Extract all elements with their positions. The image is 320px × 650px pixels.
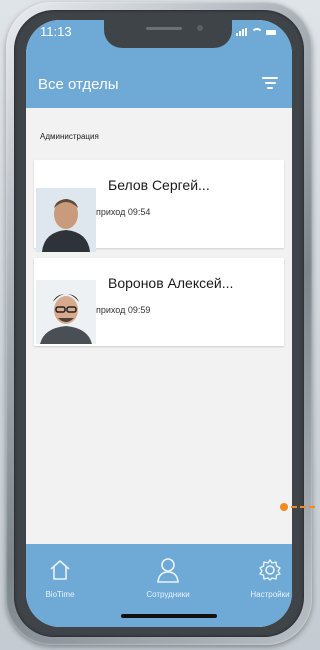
app-header: 11:13 Все отделы [26, 20, 292, 108]
phone-bezel: 11:13 Все отделы Администрация Белов Сер… [14, 10, 304, 637]
nav-item-settings[interactable]: Настройки [230, 556, 292, 599]
avatar [36, 280, 96, 344]
front-camera [197, 25, 203, 31]
signal-icon [236, 28, 248, 36]
employee-name: Белов Сергей... [108, 177, 210, 193]
status-time: 11:13 [40, 24, 72, 39]
bottom-nav: BioTime Сотрудники Настройки [26, 544, 292, 627]
phone-frame: 11:13 Все отделы Администрация Белов Сер… [6, 2, 312, 645]
wifi-icon [251, 28, 263, 36]
nav-item-employees[interactable]: Сотрудники [128, 556, 208, 599]
filter-icon[interactable] [262, 77, 278, 91]
battery-icon [266, 29, 276, 35]
callout-line [291, 506, 315, 508]
phone-notch [104, 20, 232, 48]
avatar-photo [36, 280, 96, 344]
arrival-time: приход 09:54 [96, 207, 151, 217]
nav-item-biotime[interactable]: BioTime [26, 556, 100, 599]
speaker-grille [146, 27, 182, 30]
callout-dot [280, 503, 288, 511]
employee-card[interactable]: Воронов Алексей... приход 09:59 [34, 258, 284, 346]
nav-label: Настройки [250, 590, 290, 599]
arrival-time: приход 09:59 [96, 305, 151, 315]
avatar-photo [36, 188, 96, 252]
nav-label: BioTime [45, 590, 75, 599]
page-title[interactable]: Все отделы [38, 76, 119, 93]
gear-icon [230, 556, 292, 584]
department-label: Администрация [40, 132, 99, 141]
home-indicator [121, 614, 217, 618]
employee-card[interactable]: Белов Сергей... приход 09:54 [34, 160, 284, 252]
employee-name: Воронов Алексей... [108, 275, 234, 291]
nav-label: Сотрудники [146, 590, 190, 599]
app-screen: 11:13 Все отделы Администрация Белов Сер… [26, 20, 292, 627]
status-icons [236, 28, 276, 36]
avatar [36, 188, 96, 252]
person-icon [128, 556, 208, 584]
home-icon [26, 556, 100, 584]
